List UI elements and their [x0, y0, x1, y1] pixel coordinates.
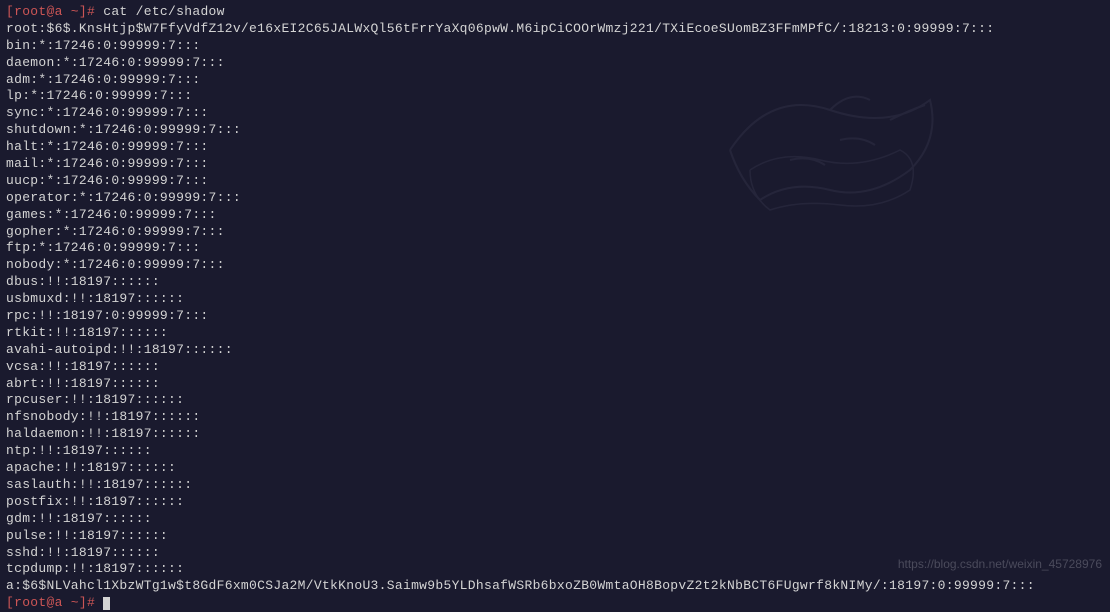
shadow-entry: saslauth:!!:18197::::::: [6, 477, 1104, 494]
shadow-entry: rpc:!!:18197:0:99999:7:::: [6, 308, 1104, 325]
command-line-2: [root@a ~]#: [6, 595, 1104, 612]
typed-command: cat /etc/shadow: [95, 4, 225, 19]
shadow-entry: halt:*:17246:0:99999:7:::: [6, 139, 1104, 156]
shadow-entry: apache:!!:18197::::::: [6, 460, 1104, 477]
terminal-output[interactable]: [root@a ~]# cat /etc/shadow root:$6$.Kns…: [6, 4, 1104, 612]
shadow-entry: abrt:!!:18197::::::: [6, 376, 1104, 393]
shadow-entry: daemon:*:17246:0:99999:7:::: [6, 55, 1104, 72]
shadow-entry: mail:*:17246:0:99999:7:::: [6, 156, 1104, 173]
shadow-entry: ntp:!!:18197::::::: [6, 443, 1104, 460]
shadow-entry: dbus:!!:18197::::::: [6, 274, 1104, 291]
shadow-entry: a:$6$NLVahcl1XbzWTg1w$t8GdF6xm0CSJa2M/Vt…: [6, 578, 1104, 595]
shadow-entry: root:$6$.KnsHtjp$W7FfyVdfZ12v/e16xEI2C65…: [6, 21, 1104, 38]
shadow-entry: nobody:*:17246:0:99999:7:::: [6, 257, 1104, 274]
shadow-entry: gopher:*:17246:0:99999:7:::: [6, 224, 1104, 241]
shadow-entry: nfsnobody:!!:18197::::::: [6, 409, 1104, 426]
shadow-entry: lp:*:17246:0:99999:7:::: [6, 88, 1104, 105]
shadow-entry: postfix:!!:18197::::::: [6, 494, 1104, 511]
command-line: [root@a ~]# cat /etc/shadow: [6, 4, 1104, 21]
shadow-entry: ftp:*:17246:0:99999:7:::: [6, 240, 1104, 257]
shadow-entry: uucp:*:17246:0:99999:7:::: [6, 173, 1104, 190]
shell-prompt: [root@a ~]#: [6, 4, 95, 19]
shadow-entry: rpcuser:!!:18197::::::: [6, 392, 1104, 409]
shadow-entry: vcsa:!!:18197::::::: [6, 359, 1104, 376]
shadow-entry: haldaemon:!!:18197::::::: [6, 426, 1104, 443]
shadow-entry: games:*:17246:0:99999:7:::: [6, 207, 1104, 224]
shadow-entry: gdm:!!:18197::::::: [6, 511, 1104, 528]
shadow-entry: rtkit:!!:18197::::::: [6, 325, 1104, 342]
shadow-file-output: root:$6$.KnsHtjp$W7FfyVdfZ12v/e16xEI2C65…: [6, 21, 1104, 595]
shadow-entry: shutdown:*:17246:0:99999:7:::: [6, 122, 1104, 139]
cursor-icon: [103, 597, 110, 610]
shadow-entry: usbmuxd:!!:18197::::::: [6, 291, 1104, 308]
shadow-entry: pulse:!!:18197::::::: [6, 528, 1104, 545]
shadow-entry: avahi-autoipd:!!:18197::::::: [6, 342, 1104, 359]
shadow-entry: operator:*:17246:0:99999:7:::: [6, 190, 1104, 207]
watermark-text: https://blog.csdn.net/weixin_45728976: [898, 557, 1102, 573]
shadow-entry: sync:*:17246:0:99999:7:::: [6, 105, 1104, 122]
shadow-entry: bin:*:17246:0:99999:7:::: [6, 38, 1104, 55]
shell-prompt-2: [root@a ~]#: [6, 595, 95, 610]
shadow-entry: adm:*:17246:0:99999:7:::: [6, 72, 1104, 89]
